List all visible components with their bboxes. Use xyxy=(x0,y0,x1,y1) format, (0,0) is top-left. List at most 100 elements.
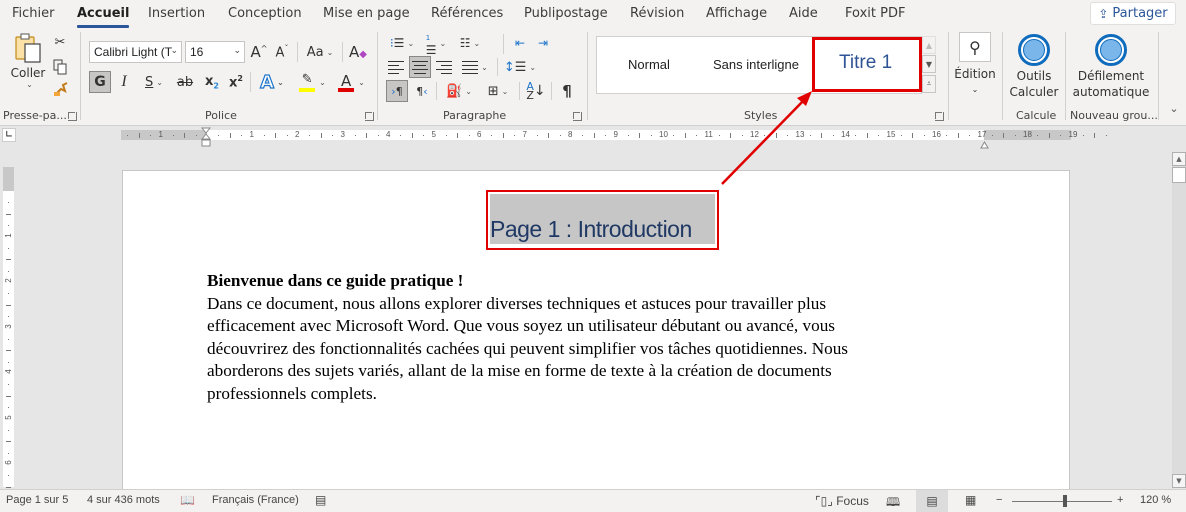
ruler-tick xyxy=(8,361,9,363)
zoom-level[interactable]: 120 % xyxy=(1140,494,1171,506)
right-indent-marker[interactable] xyxy=(980,134,989,149)
zoom-slider-thumb[interactable] xyxy=(1063,495,1067,507)
justify-button[interactable]: ⌄ xyxy=(458,57,492,77)
vertical-ruler[interactable]: 1 2 3 4 5 6 xyxy=(3,167,14,500)
copy-button[interactable] xyxy=(52,58,68,76)
italic-button[interactable]: I xyxy=(114,71,134,93)
accessibility-icon[interactable]: ▤ xyxy=(315,493,326,507)
tab-selector-button[interactable]: ∟ xyxy=(2,128,16,142)
align-right-icon xyxy=(436,58,452,77)
scroll-up-button[interactable]: ▲ xyxy=(1172,152,1186,166)
collapse-ribbon-button[interactable]: ⌄ xyxy=(1166,100,1182,116)
paragraph-line: professionnels complets. xyxy=(207,383,377,403)
web-layout-icon[interactable]: ▦ xyxy=(965,493,976,507)
chevron-down-icon: ⌄ xyxy=(26,80,33,89)
defilement-automatique-button[interactable] xyxy=(1095,34,1127,66)
pilcrow-icon: ¶ xyxy=(562,82,572,100)
gallery-scroll-down-button[interactable]: ▼ xyxy=(922,55,936,73)
format-painter-button[interactable] xyxy=(52,80,70,98)
italic-icon: I xyxy=(121,73,127,90)
styles-dialog-launcher[interactable] xyxy=(935,112,944,121)
align-left-button[interactable] xyxy=(386,57,406,77)
paragraph-dialog-launcher[interactable] xyxy=(573,112,582,121)
shrink-font-button[interactable]: Aˇ xyxy=(272,41,292,63)
align-right-button[interactable] xyxy=(434,57,454,77)
clipboard-dialog-launcher[interactable] xyxy=(68,112,77,121)
tab-publipostage[interactable]: Publipostage xyxy=(524,6,608,21)
read-mode-icon[interactable]: 🕮 xyxy=(886,493,900,512)
font-dialog-launcher[interactable] xyxy=(365,112,374,121)
grow-font-button[interactable]: A^ xyxy=(249,41,269,63)
zoom-out-button[interactable]: − xyxy=(996,494,1002,506)
language-indicator[interactable]: Français (France) xyxy=(212,494,299,506)
numbering-button[interactable]: 1 ☰ ⌄ xyxy=(420,34,452,57)
tab-accueil[interactable]: Accueil xyxy=(77,6,130,28)
show-formatting-button[interactable]: ¶ xyxy=(556,80,578,102)
vertical-scrollbar[interactable]: ▲ ▼ xyxy=(1172,152,1186,488)
ruler-tick xyxy=(6,441,11,443)
highlight-button[interactable]: ✎ ⌄ xyxy=(294,71,330,93)
bullets-button[interactable]: ⁝☰ ⌄ xyxy=(386,34,418,52)
tab-conception[interactable]: Conception xyxy=(228,6,302,21)
font-size-field[interactable]: 16 ⌄ xyxy=(185,41,245,63)
tab-references[interactable]: Références xyxy=(431,6,503,21)
document-body[interactable]: Bienvenue dans ce guide pratique ! Dans … xyxy=(207,270,937,405)
scroll-thumb[interactable] xyxy=(1172,167,1186,183)
subscript-button[interactable]: x2 xyxy=(201,71,223,93)
paint-bucket-icon: ⛽ xyxy=(446,83,463,99)
style-sans-interligne[interactable]: Sans interligne xyxy=(713,57,799,72)
word-count[interactable]: 4 sur 436 mots xyxy=(87,494,160,506)
horizontal-ruler[interactable]: 1 1 2 3 4 5 6 7 8 9 10 11 12 13 14 15 16 17 18 19 xyxy=(121,130,1107,140)
zoom-in-button[interactable]: + xyxy=(1117,494,1123,506)
decrease-indent-icon: ⇤ xyxy=(514,36,526,50)
indent-marker[interactable] xyxy=(200,127,212,147)
increase-indent-button[interactable]: ⇥ xyxy=(533,34,553,52)
tab-foxit-pdf[interactable]: Foxit PDF xyxy=(845,6,905,21)
text-effects-button[interactable]: A ⌄ xyxy=(255,71,289,93)
tab-aide[interactable]: Aide xyxy=(789,6,818,21)
focus-button[interactable]: ⌜▯⌟ Focus xyxy=(815,494,869,508)
ruler-tick xyxy=(8,407,9,409)
editing-button[interactable]: ⚲ xyxy=(959,32,991,62)
sort-az-icon: AZ xyxy=(526,80,534,102)
underline-button[interactable]: S ⌄ xyxy=(138,71,170,93)
heading-titre-1[interactable]: Page 1 : Introduction xyxy=(490,216,692,243)
clear-formatting-button[interactable]: A◆ xyxy=(347,41,369,63)
ruler-tick xyxy=(1082,134,1084,136)
multilevel-list-button[interactable]: ☷ ⌄ xyxy=(454,34,486,52)
gallery-more-button[interactable]: ⩡ xyxy=(922,75,936,93)
ltr-button[interactable]: ›¶ xyxy=(386,80,408,102)
borders-button[interactable]: ⊞ ⌄ xyxy=(480,80,516,102)
superscript-button[interactable]: x2 xyxy=(225,71,247,93)
ruler-tick xyxy=(172,134,174,136)
page-count[interactable]: Page 1 sur 5 xyxy=(6,494,68,506)
chevron-down-icon: ▼ xyxy=(925,59,933,69)
ruler-tick xyxy=(855,134,857,136)
cut-button[interactable]: ✂ xyxy=(52,34,68,50)
print-layout-button[interactable]: ▤ xyxy=(916,490,948,512)
align-center-button[interactable] xyxy=(409,56,431,78)
zoom-slider-track[interactable] xyxy=(1012,501,1112,502)
strikethrough-button[interactable]: ab xyxy=(174,71,196,93)
share-button[interactable]: ⇪ Partager xyxy=(1090,2,1176,25)
bold-button[interactable]: G xyxy=(89,71,111,93)
scroll-down-button[interactable]: ▼ xyxy=(1172,474,1186,488)
tab-insertion[interactable]: Insertion xyxy=(148,6,205,21)
tab-mise-en-page[interactable]: Mise en page xyxy=(323,6,410,21)
line-spacing-button[interactable]: ↕☰ ⌄ xyxy=(503,57,537,77)
font-color-button[interactable]: A ⌄ xyxy=(334,71,368,93)
tab-affichage[interactable]: Affichage xyxy=(706,6,767,21)
sort-button[interactable]: A Z ↓ xyxy=(524,80,548,102)
shading-button[interactable]: ⛽ ⌄ xyxy=(441,80,477,102)
change-case-button[interactable]: Aa ⌄ xyxy=(303,41,337,63)
font-name-field[interactable]: Calibri Light (T ⌄ xyxy=(89,41,182,63)
gallery-scroll-up-button[interactable]: ▲ xyxy=(922,36,936,54)
proofing-book-icon[interactable]: 📖 xyxy=(180,493,195,507)
rtl-button[interactable]: ¶‹ xyxy=(411,80,433,102)
tab-fichier[interactable]: Fichier xyxy=(12,6,55,21)
outils-calculer-button[interactable] xyxy=(1018,34,1050,66)
decrease-indent-button[interactable]: ⇤ xyxy=(510,34,530,52)
tab-revision[interactable]: Révision xyxy=(630,6,684,21)
paste-button[interactable]: Coller ⌄ xyxy=(8,32,48,94)
style-normal[interactable]: Normal xyxy=(628,57,670,72)
